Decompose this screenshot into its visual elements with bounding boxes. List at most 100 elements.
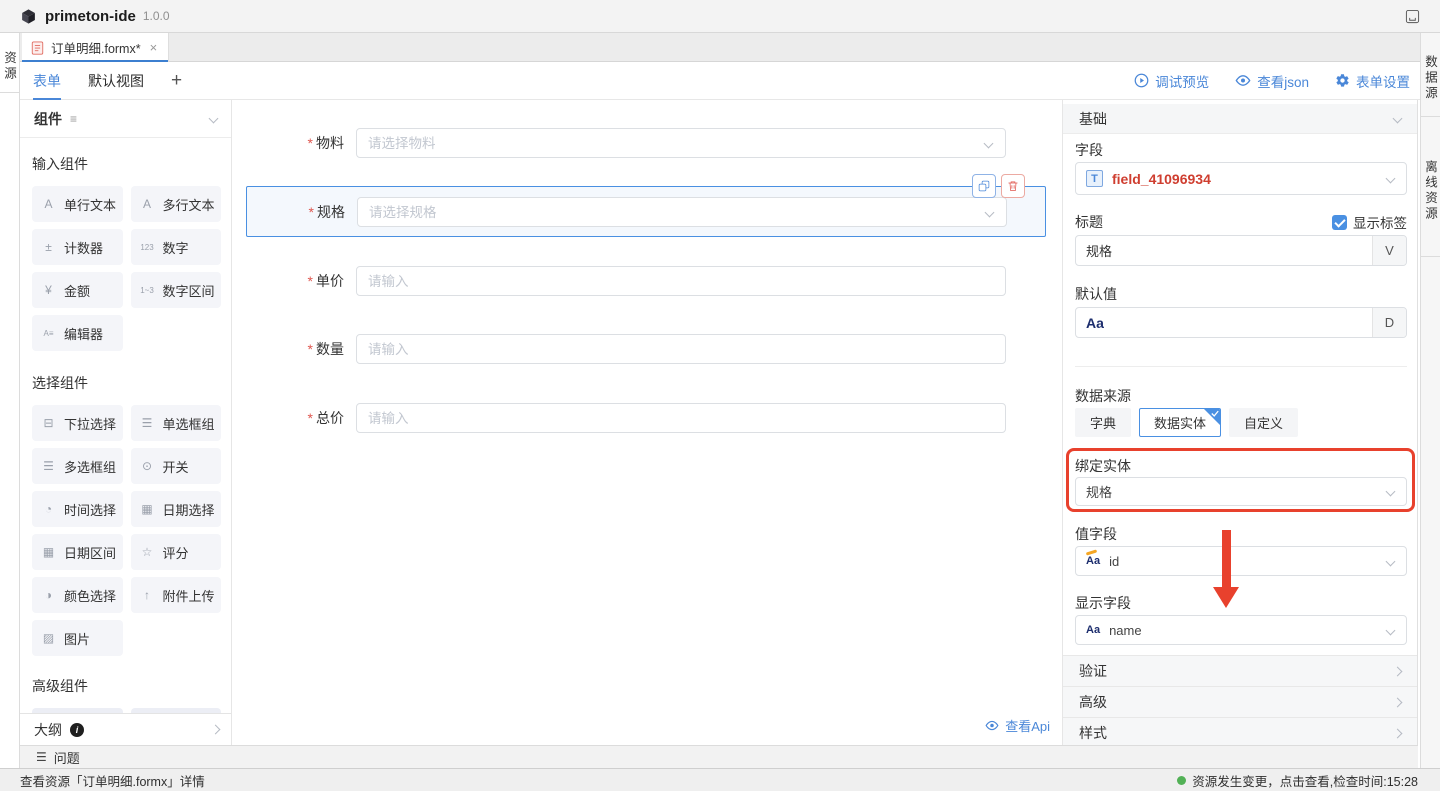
value-field-value: id — [1109, 554, 1119, 569]
quantity-input-box[interactable] — [356, 334, 1006, 364]
copy-icon — [978, 180, 990, 192]
default-value-input[interactable] — [1104, 308, 1372, 337]
radio-list-icon: ☰ — [139, 416, 156, 430]
image-icon: ▨ — [40, 631, 57, 645]
form-canvas[interactable]: *物料 *规格 — [232, 100, 1062, 745]
debug-preview-button[interactable]: 调试预览 — [1134, 71, 1209, 91]
total-price-input[interactable] — [357, 404, 1005, 432]
add-view-button[interactable]: + — [171, 62, 182, 100]
chevron-down-icon — [1393, 114, 1403, 124]
tab-custom[interactable]: 自定义 — [1229, 408, 1298, 437]
form-field-specification[interactable]: *规格 — [247, 197, 1045, 227]
view-json-button[interactable]: 查看json — [1235, 71, 1309, 91]
show-label-checkbox[interactable]: 显示标签 — [1332, 212, 1407, 232]
form-field-unit-price[interactable]: *单价 — [232, 266, 1062, 296]
section-basic-header[interactable]: 基础 — [1063, 104, 1417, 134]
status-right[interactable]: 资源发生变更，点击查看,检查时间:15:28 — [1177, 771, 1418, 790]
unit-price-input[interactable] — [357, 267, 1005, 295]
copy-field-button[interactable] — [972, 174, 996, 198]
field-label: *单价 — [232, 271, 344, 291]
editor-tab[interactable]: 订单明细.formx* × — [22, 33, 169, 62]
field-label: *物料 — [232, 133, 344, 153]
quantity-input[interactable] — [357, 335, 1005, 363]
component-item-date-range[interactable]: ▦日期区间 — [32, 534, 123, 570]
display-field-select[interactable]: Aa name — [1075, 615, 1407, 645]
component-item-multi-line-text[interactable]: A多行文本 — [131, 186, 222, 222]
components-panel-header[interactable]: 组件 ≡ — [20, 100, 231, 138]
component-item-number-range[interactable]: 1~3数字区间 — [131, 272, 222, 308]
chevron-down-icon[interactable] — [209, 114, 219, 124]
outline-bar[interactable]: 大纲 i — [20, 713, 231, 745]
section-style[interactable]: 样式 — [1063, 717, 1417, 745]
value-field-select[interactable]: Aa id — [1075, 546, 1407, 576]
rail-resources[interactable]: 资源 — [0, 33, 19, 93]
document-icon — [31, 41, 44, 55]
section-advanced[interactable]: 高级 — [1063, 686, 1417, 717]
component-item-switch[interactable]: ⊙开关 — [131, 448, 222, 484]
field-label: *总价 — [232, 408, 344, 428]
title-input[interactable] — [1076, 236, 1372, 265]
component-item-single-line-text[interactable]: A单行文本 — [32, 186, 123, 222]
bind-entity-select[interactable]: 规格 — [1075, 477, 1407, 506]
component-item-color-picker[interactable]: ◑颜色选择 — [32, 577, 123, 613]
calendar-range-icon: ▦ — [40, 545, 57, 559]
form-field-material[interactable]: *物料 — [232, 128, 1062, 158]
status-left-text[interactable]: 查看资源「订单明细.formx」详情 — [20, 771, 205, 790]
checkbox-checked-icon[interactable] — [1332, 215, 1347, 230]
select-components-title: 选择组件 — [32, 373, 221, 393]
default-value-group: Aa D — [1075, 307, 1407, 338]
problems-bar[interactable]: ☰ 问题 — [20, 745, 1418, 768]
specification-select-input[interactable] — [358, 198, 1006, 226]
component-item-attachment-upload[interactable]: ↑附件上传 — [131, 577, 222, 613]
tab-default-view-label: 默认视图 — [88, 73, 144, 89]
rail-data-source[interactable]: 数据源 — [1421, 33, 1440, 117]
selected-field-container[interactable]: *规格 — [246, 186, 1046, 237]
form-field-total-price[interactable]: *总价 — [232, 403, 1062, 433]
field-select[interactable]: T field_41096934 — [1075, 162, 1407, 195]
component-item-checkbox-group[interactable]: ☰多选框组 — [32, 448, 123, 484]
field-value: field_41096934 — [1112, 171, 1211, 187]
form-toolbar: 表单 默认视图 + 调试预览 查看json 表单设置 — [20, 62, 1420, 100]
specification-select[interactable] — [357, 197, 1007, 227]
default-formula-button[interactable]: D — [1372, 308, 1406, 337]
rail-offline-resources[interactable]: 离线资源 — [1421, 117, 1440, 257]
left-rail: 资源 — [0, 33, 20, 768]
tab-data-entity[interactable]: 数据实体 — [1139, 408, 1221, 437]
component-item-date-picker[interactable]: ▦日期选择 — [131, 491, 222, 527]
component-item-counter[interactable]: ±计数器 — [32, 229, 123, 265]
view-api-link[interactable]: 查看Api — [985, 716, 1050, 735]
select-box-icon: ⊟ — [40, 416, 57, 430]
range-icon: 1~3 — [139, 286, 156, 295]
play-circle-icon — [1134, 73, 1149, 88]
display-field-value: name — [1109, 623, 1142, 638]
form-field-quantity[interactable]: *数量 — [232, 334, 1062, 364]
tab-form[interactable]: 表单 — [33, 62, 61, 100]
component-item-time-picker[interactable]: ◔时间选择 — [32, 491, 123, 527]
delete-field-button[interactable] — [1001, 174, 1025, 198]
components-header-label: 组件 — [34, 109, 62, 129]
debug-preview-label: 调试预览 — [1155, 71, 1209, 91]
material-select-input[interactable] — [357, 129, 1005, 157]
panel-toggle-button[interactable] — [1405, 9, 1420, 24]
material-select[interactable] — [356, 128, 1006, 158]
status-indicator-dot — [1177, 776, 1186, 785]
component-item-rating[interactable]: ☆评分 — [131, 534, 222, 570]
tab-close-button[interactable]: × — [150, 40, 158, 55]
input-components-title: 输入组件 — [32, 154, 221, 174]
component-item-number[interactable]: 123数字 — [131, 229, 222, 265]
title-variable-button[interactable]: V — [1372, 236, 1406, 265]
tab-dictionary[interactable]: 字典 — [1075, 408, 1131, 437]
text-field-type-icon: T — [1086, 170, 1103, 187]
tab-default-view[interactable]: 默认视图 — [88, 62, 144, 100]
component-item-image[interactable]: ▨图片 — [32, 620, 123, 656]
component-item-editor[interactable]: A≡编辑器 — [32, 315, 123, 351]
required-asterisk: * — [308, 410, 313, 426]
unit-price-input-box[interactable] — [356, 266, 1006, 296]
component-item-amount[interactable]: ¥金额 — [32, 272, 123, 308]
total-price-input-box[interactable] — [356, 403, 1006, 433]
default-value-label: 默认值 — [1075, 284, 1117, 304]
form-settings-button[interactable]: 表单设置 — [1335, 71, 1410, 91]
component-item-radio-group[interactable]: ☰单选框组 — [131, 405, 222, 441]
section-validation[interactable]: 验证 — [1063, 655, 1417, 686]
component-item-dropdown-select[interactable]: ⊟下拉选择 — [32, 405, 123, 441]
